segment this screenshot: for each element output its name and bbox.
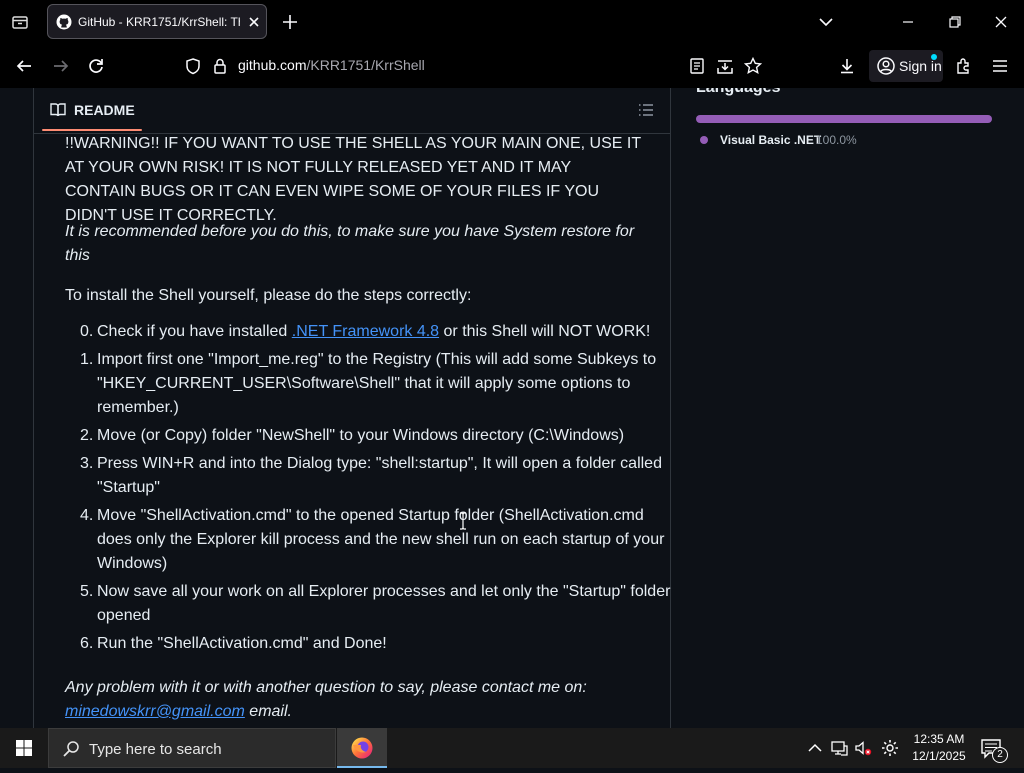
github-icon (56, 14, 72, 30)
text-cursor-icon (459, 512, 467, 530)
windows-taskbar: Type here to search 12:35 AM 12/1/2025 2 (0, 728, 1024, 768)
notification-center-button[interactable]: 2 (980, 738, 1008, 763)
tab-close-icon[interactable] (246, 14, 262, 30)
page-content: README !!WARNING!! IF YOU WANT TO USE TH… (0, 88, 1024, 728)
dotnet-framework-link[interactable]: .NET Framework 4.8 (292, 323, 439, 340)
minimize-icon[interactable] (898, 12, 918, 32)
languages-heading: Languages (696, 88, 780, 97)
hamburger-menu-icon[interactable] (990, 56, 1010, 76)
list-item: 4. Move "ShellActivation.cmd" to the open… (80, 507, 665, 572)
url-path: /KRR1751/KrrShell (306, 57, 425, 73)
notification-dot (931, 54, 937, 60)
readme-title: README (74, 102, 135, 118)
list-item: 3. Press WIN+R and into the Dialog type: … (80, 455, 662, 496)
volume-muted-icon[interactable] (853, 738, 873, 758)
list-item: 2. Move (or Copy) folder "NewShell" to yo… (80, 427, 625, 444)
save-to-pocket-icon[interactable] (715, 56, 735, 76)
intro-paragraph: To install the Shell yourself, please do… (65, 287, 472, 304)
tab-title: GitHub - KRR1751/KrrShell: This (78, 15, 240, 29)
close-window-icon[interactable] (991, 12, 1011, 32)
gear-icon[interactable] (880, 738, 900, 758)
reader-view-icon[interactable] (687, 56, 707, 76)
tab-list-icon[interactable] (10, 12, 30, 32)
readme-box: README !!WARNING!! IF YOU WANT TO USE TH… (33, 88, 671, 728)
browser-titlebar: GitHub - KRR1751/KrrShell: This (0, 0, 1024, 44)
list-item: 1. Import first one "Import_me.reg" to th… (80, 351, 657, 416)
browser-tab-github[interactable]: GitHub - KRR1751/KrrShell: This (47, 4, 267, 39)
browser-navbar: github.com/KRR1751/KrrShell Sign in (0, 44, 1024, 88)
contact-paragraph: Any problem with it or with another ques… (65, 679, 587, 720)
sign-in-button[interactable]: Sign in (869, 50, 943, 82)
sign-in-label: Sign in (899, 58, 942, 74)
bookmark-star-icon[interactable] (743, 56, 763, 76)
language-bar (696, 115, 992, 123)
notification-count-badge: 2 (992, 747, 1008, 763)
extensions-icon[interactable] (954, 56, 974, 76)
install-steps-list: 0. Check if you have installed .NET Frame… (65, 320, 677, 660)
list-item: 6. Run the "ShellActivation.cmd" and Done… (80, 635, 387, 652)
clock-date: 12/1/2025 (912, 749, 966, 763)
firefox-icon (350, 736, 374, 760)
step0-pre: Check if you have installed (97, 323, 292, 340)
url-host: github.com (238, 57, 307, 73)
email-link[interactable]: minedowskrr@gmail.com (65, 703, 245, 720)
search-placeholder: Type here to search (89, 741, 222, 758)
new-tab-icon[interactable] (280, 12, 300, 32)
outline-list-icon[interactable] (637, 101, 655, 119)
recommendation-paragraph: It is recommended before you do this, to… (65, 223, 635, 264)
url-bar[interactable]: github.com/KRR1751/KrrShell (238, 57, 425, 73)
readme-header: README (34, 88, 670, 134)
system-clock[interactable]: 12:35 AM 12/1/2025 (906, 731, 972, 765)
warning-paragraph: !!WARNING!! IF YOU WANT TO USE THE SHELL… (65, 135, 641, 224)
forward-arrow-icon[interactable] (51, 56, 71, 76)
firefox-taskbar-button[interactable] (337, 728, 387, 768)
language-color-dot (700, 136, 708, 144)
taskbar-search-box[interactable]: Type here to search (48, 728, 336, 768)
reload-icon[interactable] (86, 56, 106, 76)
step0-post: or this Shell will NOT WORK! (439, 323, 651, 340)
network-icon[interactable] (829, 738, 849, 758)
downloads-icon[interactable] (837, 56, 857, 76)
list-item: 0. Check if you have installed .NET Frame… (80, 323, 651, 340)
chevron-down-icon[interactable] (816, 12, 836, 32)
clock-time: 12:35 AM (913, 732, 965, 746)
account-icon (876, 56, 896, 76)
list-item: 5. Now save all your work on all Explorer… (80, 583, 671, 624)
tracking-shield-icon[interactable] (183, 56, 203, 76)
language-name[interactable]: Visual Basic .NET (720, 133, 821, 147)
language-percentage: 100.0% (816, 133, 857, 147)
book-icon (49, 101, 67, 119)
back-arrow-icon[interactable] (14, 56, 34, 76)
lock-icon[interactable] (210, 56, 230, 76)
chevron-up-icon[interactable] (805, 738, 825, 758)
search-icon (61, 739, 81, 759)
start-button[interactable] (0, 728, 48, 768)
readme-tab-underline (42, 129, 142, 131)
restore-icon[interactable] (945, 12, 965, 32)
